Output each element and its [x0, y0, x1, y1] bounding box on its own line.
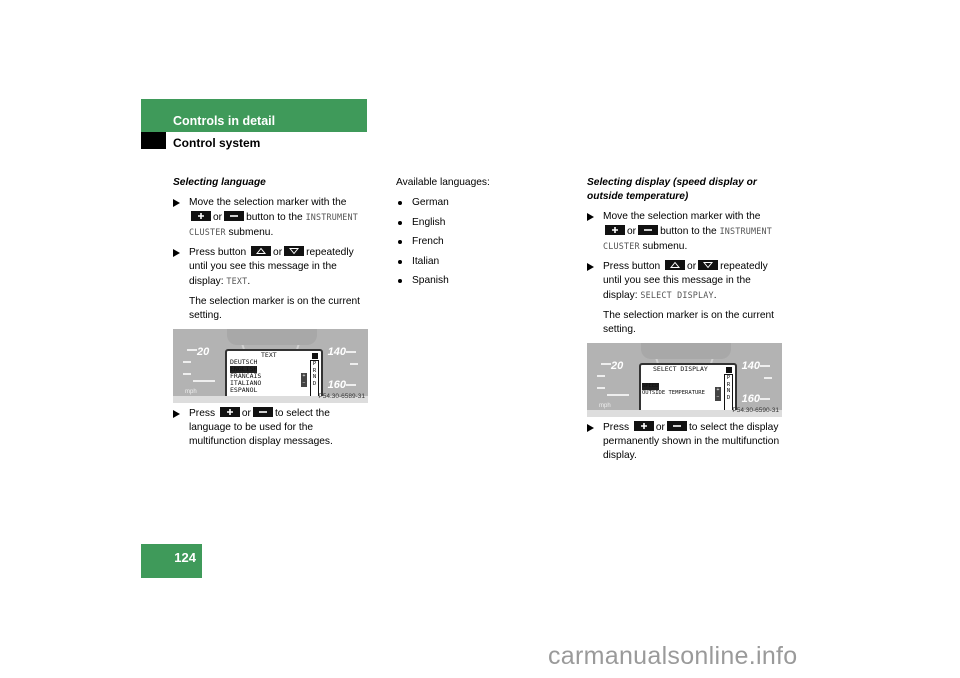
- plus-button-icon: [605, 225, 625, 235]
- gear-indicator-block: [726, 367, 732, 373]
- step-move-marker: Move the selection marker with the or but…: [173, 196, 373, 240]
- speed-needle: [193, 380, 215, 382]
- triangle-bullet-icon: [173, 249, 180, 257]
- down-arrow-button-icon: [284, 246, 305, 256]
- step-press-arrow: Press button or repeatedly until you see …: [173, 246, 373, 289]
- up-arrow-button-icon: [251, 246, 272, 256]
- languages-heading: Available languages:: [396, 177, 490, 188]
- speed-label-140: 140: [741, 360, 760, 372]
- note: The selection marker is on the current s…: [189, 296, 360, 321]
- minus-button-icon: [666, 421, 687, 431]
- bullet-icon: [398, 240, 402, 244]
- minus-button-icon: [252, 407, 273, 417]
- subsection-title: Control system: [173, 136, 261, 150]
- bullet-icon: [398, 259, 402, 264]
- gear-indicator-block: [312, 353, 318, 359]
- plus-button-icon: [633, 421, 654, 431]
- step-press-arrow: Press button or repeatedly until you see …: [587, 260, 787, 303]
- plus-minus-icon: + −: [301, 373, 307, 387]
- list-item: English: [396, 216, 546, 230]
- speed-label-20: 20: [197, 346, 210, 358]
- bullet-icon: [398, 201, 402, 205]
- multifunction-display: SELECT DISPLAY SPEED OUTSIDE TEMPERATURE…: [639, 363, 737, 415]
- multifunction-display: TEXT DEUTSCH ENGLISH FRANCAIS ITALIANO E…: [225, 349, 323, 401]
- speed-label-20: 20: [611, 360, 624, 372]
- triangle-bullet-icon: [587, 424, 594, 432]
- speed-needle: [607, 394, 629, 396]
- middle-column: Available languages: German English Fren…: [396, 176, 546, 294]
- plus-button-icon: [219, 407, 240, 417]
- plus-button-icon: [191, 211, 211, 221]
- watermark-link[interactable]: carmanualsonline.info: [548, 642, 798, 671]
- step-select-language: Press or to select the language to be use…: [173, 407, 373, 449]
- warning-lamp-panel: [227, 329, 317, 345]
- figure-code: P54.30-6589-31: [318, 393, 365, 400]
- page-number: 124: [174, 550, 196, 565]
- heading-selecting-display: Selecting display (speed display or outs…: [587, 177, 757, 202]
- display-title: SELECT DISPLAY: [653, 365, 708, 373]
- step-select-display: Press or to select the display permanentl…: [587, 421, 787, 463]
- subsection-marker: [141, 132, 166, 149]
- section-title: Controls in detail: [173, 114, 276, 128]
- bullet-icon: [398, 220, 402, 225]
- note: The selection marker is on the current s…: [603, 310, 774, 335]
- display-message: TEXT: [226, 276, 248, 286]
- speed-label-140: 140: [327, 346, 346, 358]
- triangle-bullet-icon: [587, 263, 594, 271]
- instrument-cluster-figure: 20 140 160 mph TEXT DEUTSCH ENGLISH FRAN…: [173, 329, 368, 403]
- display-message: SELECT DISPLAY: [640, 290, 714, 300]
- figure-code: P54.30-6590-31: [732, 407, 779, 414]
- up-arrow-button-icon: [665, 260, 686, 270]
- triangle-bullet-icon: [173, 410, 180, 418]
- option-espanol: ESPANOL: [230, 386, 258, 394]
- right-column: Selecting display (speed display or outs…: [587, 176, 787, 469]
- minus-button-icon: [224, 211, 245, 221]
- list-item: Spanish: [396, 274, 546, 288]
- list-item: French: [396, 235, 546, 249]
- heading-selecting-language: Selecting language: [173, 177, 266, 188]
- display-title: TEXT: [261, 351, 277, 359]
- list-item: German: [396, 196, 546, 210]
- minus-button-icon: [638, 225, 659, 235]
- triangle-bullet-icon: [587, 213, 594, 221]
- page-number-box: 124: [141, 544, 202, 578]
- down-arrow-button-icon: [698, 260, 719, 270]
- triangle-bullet-icon: [173, 199, 180, 207]
- plus-minus-icon: + −: [715, 387, 721, 401]
- left-column: Selecting language Move the selection ma…: [173, 176, 373, 455]
- option-speed-selected: SPEED: [642, 383, 659, 390]
- list-item: Italian: [396, 255, 546, 269]
- option-outside-temperature: OUTSIDE TEMPERATURE: [642, 390, 705, 396]
- bullet-icon: [398, 279, 402, 283]
- instrument-cluster-figure: 20 140 160 mph SELECT DISPLAY SPEED OUTS…: [587, 343, 782, 417]
- step-move-marker: Move the selection marker with the or but…: [587, 210, 787, 254]
- warning-lamp-panel: [641, 343, 731, 359]
